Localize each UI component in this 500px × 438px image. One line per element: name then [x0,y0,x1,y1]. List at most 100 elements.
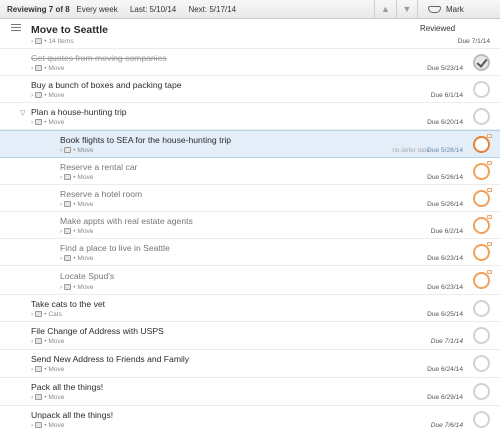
status-circle[interactable] [473,244,490,261]
context-icon [64,201,72,207]
status-circle[interactable] [473,108,490,125]
task-title[interactable]: Take cats to the vet [31,299,105,309]
status-circle[interactable] [473,190,490,207]
status-circle[interactable] [473,355,490,372]
context-icon [64,228,72,234]
task-row[interactable]: Send New Address to Friends and Family ›… [0,350,500,378]
task-title[interactable]: Make appts with real estate agents [60,216,193,226]
project-due: Due 7/1/14 [457,38,490,45]
status-circle[interactable] [473,300,490,317]
task-due: Due 6/2/14 [430,228,463,235]
context-icon [64,147,72,153]
task-due: Due 7/1/14 [430,338,463,345]
task-context: Move [48,366,65,373]
task-row[interactable]: Buy a bunch of boxes and packing tape › •… [0,76,500,103]
review-toolbar: Reviewing 7 of 8 Every week Last: 5/10/1… [0,0,500,33]
task-row-selected[interactable]: Book flights to SEA for the house-huntin… [0,130,500,158]
mark-reviewed-button[interactable]: Mark Reviewed [420,0,500,33]
task-meta: › • Move [60,147,94,154]
task-row[interactable]: Reserve a rental car › • Move Due 5/26/14 [0,158,500,185]
status-circle[interactable] [473,272,490,289]
task-row[interactable]: Locate Spud's › • Move Due 6/23/14 [0,266,500,295]
next-project-button[interactable]: ▼ [396,0,418,19]
context-icon [64,174,72,180]
review-info: Reviewing 7 of 8 Every week Last: 5/10/1… [7,5,246,14]
task-row[interactable]: Unpack all the things! › • Move Due 7/6/1… [0,406,500,438]
task-context: Move [48,422,65,429]
task-context: Move [48,119,65,126]
context-icon [64,255,72,261]
next-review-date: Next: 5/17/14 [188,5,237,14]
inbox-tray-icon [428,6,441,13]
task-title[interactable]: Buy a bunch of boxes and packing tape [31,80,182,90]
task-title[interactable]: Reserve a hotel room [60,189,142,199]
task-row[interactable]: Get quotes from moving companies › • Move… [0,49,500,76]
project-title[interactable]: Move to Seattle [31,24,108,36]
context-icon [35,119,43,125]
task-title[interactable]: File Change of Address with USPS [31,326,164,336]
task-meta: › • Move [31,366,65,373]
task-row[interactable]: File Change of Address with USPS › • Move… [0,322,500,350]
previous-project-button[interactable]: ▲ [374,0,396,19]
task-meta: › • Move [60,255,94,262]
status-circle[interactable] [473,217,490,234]
task-due: Due 6/23/14 [427,255,463,262]
task-row[interactable]: Pack all the things! › • Move Due 6/29/14 [0,378,500,406]
task-context: Move [48,65,65,72]
status-circle[interactable] [473,383,490,400]
status-circle[interactable] [473,81,490,98]
defer-date[interactable]: no defer date [392,147,430,154]
task-row[interactable]: Take cats to the vet › • Cats Due 6/25/14 [0,295,500,322]
status-circle[interactable] [473,136,490,153]
task-title[interactable]: Plan a house-hunting trip [31,107,127,117]
task-row[interactable]: Reserve a hotel room › • Move Due 5/26/14 [0,185,500,212]
task-due: Due 6/23/14 [427,284,463,291]
task-title[interactable]: Pack all the things! [31,382,103,392]
task-meta: › • Move [31,119,65,126]
project-row[interactable]: Move to Seattle › • 14 Items Due 7/1/14 [0,19,500,49]
task-due: Due 5/26/14 [427,174,463,181]
flag-icon [487,161,492,165]
task-due: Due 7/6/14 [430,422,463,429]
chevron-right-icon: › [31,38,34,45]
task-meta: › • Move [31,65,65,72]
status-circle[interactable] [473,411,490,428]
context-icon [35,338,43,344]
chevron-up-icon: ▲ [381,4,390,14]
task-meta: › • Move [31,338,65,345]
task-due: Due 6/1/14 [430,92,463,99]
task-row[interactable]: Make appts with real estate agents › • Mo… [0,212,500,239]
task-title[interactable]: Get quotes from moving companies [31,53,167,63]
task-title[interactable]: Send New Address to Friends and Family [31,354,189,364]
task-meta: › • Move [31,92,65,99]
task-context: Move [77,201,94,208]
task-due[interactable]: Due 5/26/14 [427,147,463,154]
context-icon [35,311,43,317]
task-due: Due 6/25/14 [427,311,463,318]
context-icon [35,38,43,44]
disclosure-triangle-icon[interactable]: ▽ [20,109,25,117]
completed-checkbox[interactable] [473,54,490,71]
flag-icon [487,270,492,274]
chevron-down-icon: ▼ [402,4,412,14]
status-circle[interactable] [473,327,490,344]
task-due: Due 6/24/14 [427,366,463,373]
task-context: Move [77,284,94,291]
context-icon [35,366,43,372]
task-context: Move [77,228,94,235]
task-group-row[interactable]: ▽ Plan a house-hunting trip › • Move Due … [0,103,500,130]
task-context: Move [48,338,65,345]
task-title[interactable]: Book flights to SEA for the house-huntin… [60,135,231,145]
task-row[interactable]: Find a place to live in Seattle › • Move … [0,239,500,266]
project-item-count: 14 Items [48,38,74,45]
task-due: Due 5/26/14 [427,201,463,208]
task-meta: › • Move [31,394,65,401]
status-circle[interactable] [473,163,490,180]
last-review-date: Last: 5/10/14 [129,5,177,14]
task-title[interactable]: Find a place to live in Seattle [60,243,170,253]
task-title[interactable]: Unpack all the things! [31,410,113,420]
task-title[interactable]: Locate Spud's [60,271,114,281]
task-title[interactable]: Reserve a rental car [60,162,137,172]
flag-icon [487,242,492,246]
task-meta: › • Cats [31,311,62,318]
